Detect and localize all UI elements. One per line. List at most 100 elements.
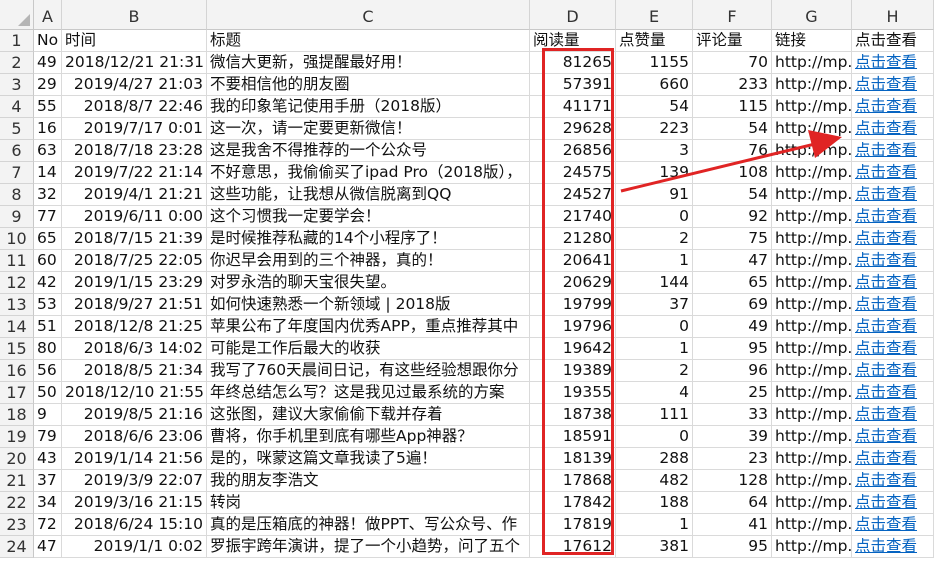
cell-time[interactable]: 2019/8/5 21:16 bbox=[62, 404, 207, 426]
cell-link[interactable]: http://mp.w bbox=[772, 162, 852, 184]
cell-time[interactable]: 2019/6/11 0:00 bbox=[62, 206, 207, 228]
cell-reads[interactable]: 26856 bbox=[530, 140, 616, 162]
row-header[interactable]: 4 bbox=[0, 96, 34, 118]
cell-title[interactable]: 这一次，请一定要更新微信！ bbox=[207, 118, 530, 140]
row-header[interactable]: 7 bbox=[0, 162, 34, 184]
cell-no[interactable]: 32 bbox=[34, 184, 62, 206]
cell-reads[interactable]: 19796 bbox=[530, 316, 616, 338]
cell-title[interactable]: 你迟早会用到的三个神器，真的！ bbox=[207, 250, 530, 272]
cell-comments[interactable]: 76 bbox=[693, 140, 772, 162]
row-header[interactable]: 2 bbox=[0, 52, 34, 74]
cell-reads[interactable]: 17842 bbox=[530, 492, 616, 514]
cell-no[interactable]: 53 bbox=[34, 294, 62, 316]
column-header-d[interactable]: D bbox=[530, 0, 616, 30]
cell-reads[interactable]: 29628 bbox=[530, 118, 616, 140]
cell-reads[interactable]: 20629 bbox=[530, 272, 616, 294]
cell-time[interactable]: 2018/12/21 21:31 bbox=[62, 52, 207, 74]
cell-likes[interactable]: 1 bbox=[616, 514, 693, 536]
view-link[interactable]: 点击查看 bbox=[852, 52, 934, 74]
view-link[interactable]: 点击查看 bbox=[852, 96, 934, 118]
view-link[interactable]: 点击查看 bbox=[852, 536, 934, 558]
row-header[interactable]: 16 bbox=[0, 360, 34, 382]
cell-likes[interactable]: 1155 bbox=[616, 52, 693, 74]
cell-comments[interactable]: 33 bbox=[693, 404, 772, 426]
cell-likes[interactable]: 381 bbox=[616, 536, 693, 558]
cell-title[interactable]: 这是我舍不得推荐的一个公众号 bbox=[207, 140, 530, 162]
cell-likes[interactable]: 1 bbox=[616, 338, 693, 360]
cell-likes[interactable]: 2 bbox=[616, 228, 693, 250]
row-header[interactable]: 24 bbox=[0, 536, 34, 558]
column-header-e[interactable]: E bbox=[616, 0, 693, 30]
view-link[interactable]: 点击查看 bbox=[852, 426, 934, 448]
cell-no[interactable]: 55 bbox=[34, 96, 62, 118]
header-cell-likes[interactable]: 点赞量 bbox=[616, 30, 693, 52]
view-link[interactable]: 点击查看 bbox=[852, 140, 934, 162]
row-header[interactable]: 17 bbox=[0, 382, 34, 404]
cell-comments[interactable]: 39 bbox=[693, 426, 772, 448]
cell-link[interactable]: http://mp.w bbox=[772, 536, 852, 558]
cell-no[interactable]: 56 bbox=[34, 360, 62, 382]
row-header[interactable]: 12 bbox=[0, 272, 34, 294]
cell-link[interactable]: http://mp.w bbox=[772, 228, 852, 250]
cell-comments[interactable]: 95 bbox=[693, 338, 772, 360]
row-header[interactable]: 11 bbox=[0, 250, 34, 272]
header-cell-comments[interactable]: 评论量 bbox=[693, 30, 772, 52]
view-link[interactable]: 点击查看 bbox=[852, 316, 934, 338]
cell-title[interactable]: 这张图，建议大家偷偷下载并存着 bbox=[207, 404, 530, 426]
cell-title[interactable]: 这些功能，让我想从微信脱离到QQ bbox=[207, 184, 530, 206]
cell-reads[interactable]: 18738 bbox=[530, 404, 616, 426]
cell-no[interactable]: 14 bbox=[34, 162, 62, 184]
cell-time[interactable]: 2018/7/25 22:05 bbox=[62, 250, 207, 272]
cell-comments[interactable]: 75 bbox=[693, 228, 772, 250]
cell-time[interactable]: 2019/7/17 0:01 bbox=[62, 118, 207, 140]
view-link[interactable]: 点击查看 bbox=[852, 272, 934, 294]
cell-no[interactable]: 77 bbox=[34, 206, 62, 228]
cell-reads[interactable]: 19799 bbox=[530, 294, 616, 316]
cell-likes[interactable]: 2 bbox=[616, 360, 693, 382]
row-header[interactable]: 10 bbox=[0, 228, 34, 250]
cell-comments[interactable]: 54 bbox=[693, 184, 772, 206]
cell-link[interactable]: http://mp.w bbox=[772, 118, 852, 140]
row-header[interactable]: 1 bbox=[0, 30, 34, 52]
cell-reads[interactable]: 20641 bbox=[530, 250, 616, 272]
cell-no[interactable]: 43 bbox=[34, 448, 62, 470]
cell-time[interactable]: 2018/8/7 22:46 bbox=[62, 96, 207, 118]
row-header[interactable]: 21 bbox=[0, 470, 34, 492]
cell-reads[interactable]: 21280 bbox=[530, 228, 616, 250]
cell-comments[interactable]: 47 bbox=[693, 250, 772, 272]
cell-comments[interactable]: 128 bbox=[693, 470, 772, 492]
cell-time[interactable]: 2018/8/5 21:34 bbox=[62, 360, 207, 382]
cell-title[interactable]: 如何快速熟悉一个新领域 | 2018版 bbox=[207, 294, 530, 316]
cell-time[interactable]: 2019/1/1 0:02 bbox=[62, 536, 207, 558]
select-all-corner[interactable] bbox=[0, 0, 34, 30]
cell-title[interactable]: 对罗永浩的聊天宝很失望。 bbox=[207, 272, 530, 294]
view-link[interactable]: 点击查看 bbox=[852, 514, 934, 536]
cell-title[interactable]: 不要相信他的朋友圈 bbox=[207, 74, 530, 96]
column-header-f[interactable]: F bbox=[693, 0, 772, 30]
cell-time[interactable]: 2018/6/6 23:06 bbox=[62, 426, 207, 448]
cell-time[interactable]: 2019/7/22 21:14 bbox=[62, 162, 207, 184]
cell-likes[interactable]: 54 bbox=[616, 96, 693, 118]
cell-comments[interactable]: 108 bbox=[693, 162, 772, 184]
cell-reads[interactable]: 18139 bbox=[530, 448, 616, 470]
cell-reads[interactable]: 41171 bbox=[530, 96, 616, 118]
cell-link[interactable]: http://mp.w bbox=[772, 514, 852, 536]
cell-link[interactable]: http://mp.w bbox=[772, 74, 852, 96]
cell-likes[interactable]: 139 bbox=[616, 162, 693, 184]
cell-time[interactable]: 2019/4/1 21:21 bbox=[62, 184, 207, 206]
cell-no[interactable]: 49 bbox=[34, 52, 62, 74]
header-cell-view[interactable]: 点击查看 bbox=[852, 30, 934, 52]
cell-reads[interactable]: 19355 bbox=[530, 382, 616, 404]
cell-time[interactable]: 2018/7/18 23:28 bbox=[62, 140, 207, 162]
cell-title[interactable]: 曹将，你手机里到底有哪些App神器？ bbox=[207, 426, 530, 448]
cell-time[interactable]: 2018/12/8 21:25 bbox=[62, 316, 207, 338]
cell-likes[interactable]: 144 bbox=[616, 272, 693, 294]
cell-no[interactable]: 34 bbox=[34, 492, 62, 514]
view-link[interactable]: 点击查看 bbox=[852, 294, 934, 316]
cell-comments[interactable]: 69 bbox=[693, 294, 772, 316]
cell-time[interactable]: 2019/1/15 23:29 bbox=[62, 272, 207, 294]
cell-comments[interactable]: 96 bbox=[693, 360, 772, 382]
header-cell-title[interactable]: 标题 bbox=[207, 30, 530, 52]
cell-reads[interactable]: 57391 bbox=[530, 74, 616, 96]
row-header[interactable]: 20 bbox=[0, 448, 34, 470]
